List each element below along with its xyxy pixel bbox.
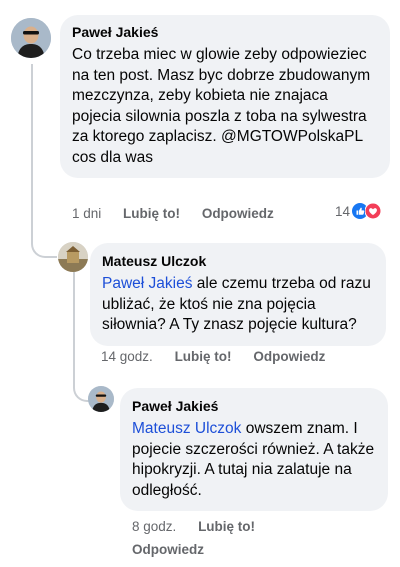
comment-time[interactable]: 1 dni [72, 206, 101, 221]
reply-button[interactable]: Odpowiedz [253, 349, 325, 364]
comment-actions: 14 godz. Lubię to! Odpowiedz [101, 349, 325, 364]
comment-bubble: Paweł Jakieś Co trzeba miec w glowie zeb… [60, 15, 390, 178]
comment-text: Co trzeba miec w glowie zeby odpowieziec… [72, 46, 371, 166]
reply-button[interactable]: Odpowiedz [132, 538, 372, 561]
reaction-summary[interactable]: 14 [335, 203, 382, 219]
reaction-count: 14 [335, 203, 351, 219]
comment-time[interactable]: 8 godz. [132, 515, 176, 538]
comment-text: Mateusz Ulczok owszem znam. I pojecie sz… [132, 419, 376, 501]
avatar[interactable] [58, 242, 88, 272]
avatar[interactable] [88, 386, 114, 412]
thread-line-level2 [73, 272, 89, 402]
comment-actions: 8 godz. Lubię to! Odpowiedz [132, 515, 372, 561]
avatar[interactable] [11, 18, 51, 58]
love-reaction-icon [365, 203, 382, 219]
comment-author[interactable]: Paweł Jakieś [72, 23, 378, 41]
mention-link[interactable]: Paweł Jakieś [102, 275, 192, 292]
comment-actions: 1 dni Lubię to! Odpowiedz [72, 206, 274, 221]
comment-bubble: Paweł Jakieś Mateusz Ulczok owszem znam.… [120, 388, 388, 511]
comment-time[interactable]: 14 godz. [101, 349, 153, 364]
mention-link[interactable]: Mateusz Ulczok [132, 420, 241, 437]
comment-author[interactable]: Mateusz Ulczok [102, 252, 374, 270]
comment-bubble: Mateusz Ulczok Paweł Jakieś ale czemu tr… [90, 243, 386, 346]
thread-line-level1 [31, 64, 57, 258]
comment-text: Paweł Jakieś ale czemu trzeba od razu ub… [102, 274, 374, 336]
like-button[interactable]: Lubię to! [123, 206, 180, 221]
comment-author[interactable]: Paweł Jakieś [132, 397, 376, 415]
reply-button[interactable]: Odpowiedz [202, 206, 274, 221]
like-button[interactable]: Lubię to! [175, 349, 232, 364]
like-button[interactable]: Lubię to! [198, 515, 255, 538]
